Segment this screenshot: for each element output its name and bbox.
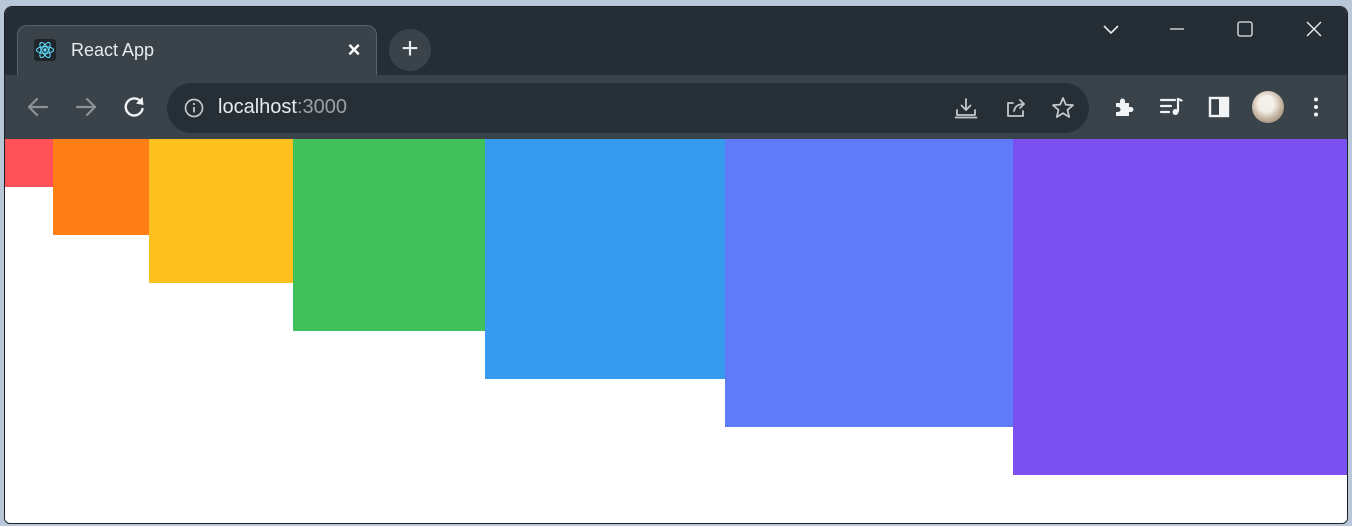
share-icon[interactable] [1003, 95, 1029, 121]
tab-close-button[interactable]: × [344, 39, 364, 61]
info-icon[interactable] [183, 97, 205, 119]
color-box-1 [5, 139, 53, 187]
install-app-icon[interactable] [953, 95, 979, 121]
react-logo-icon [34, 39, 56, 61]
kebab-menu-icon[interactable] [1303, 94, 1329, 120]
arrow-left-icon[interactable] [25, 94, 51, 120]
maximize-icon[interactable] [1225, 15, 1265, 45]
color-box-3 [149, 139, 293, 283]
url-host: localhost [218, 96, 297, 118]
browser-window: React App × + localhost:3000 [4, 6, 1348, 524]
color-box-5 [485, 139, 725, 379]
playlist-music-icon[interactable] [1158, 94, 1184, 120]
star-icon[interactable] [1050, 95, 1076, 121]
tab-strip: React App × + [5, 7, 1347, 77]
new-tab-button[interactable]: + [389, 29, 431, 71]
browser-toolbar: localhost:3000 [5, 75, 1347, 139]
url-text[interactable]: localhost:3000 [218, 96, 347, 119]
url-port: :3000 [296, 96, 347, 118]
color-box-6 [725, 139, 1013, 427]
close-icon[interactable] [1294, 15, 1334, 45]
arrow-right-icon[interactable] [73, 94, 99, 120]
minimize-icon[interactable] [1157, 15, 1197, 45]
profile-avatar[interactable] [1252, 91, 1284, 123]
reload-icon[interactable] [121, 94, 147, 120]
color-box-7 [1013, 139, 1347, 475]
address-bar[interactable]: localhost:3000 [167, 83, 1089, 133]
chevron-down-icon[interactable] [1091, 15, 1131, 45]
side-panel-icon[interactable] [1206, 94, 1232, 120]
puzzle-icon[interactable] [1111, 94, 1137, 120]
color-box-2 [53, 139, 149, 235]
page-content [5, 139, 1347, 523]
color-box-4 [293, 139, 485, 331]
tab-react-app[interactable]: React App × [17, 25, 377, 77]
tab-title: React App [71, 40, 155, 60]
